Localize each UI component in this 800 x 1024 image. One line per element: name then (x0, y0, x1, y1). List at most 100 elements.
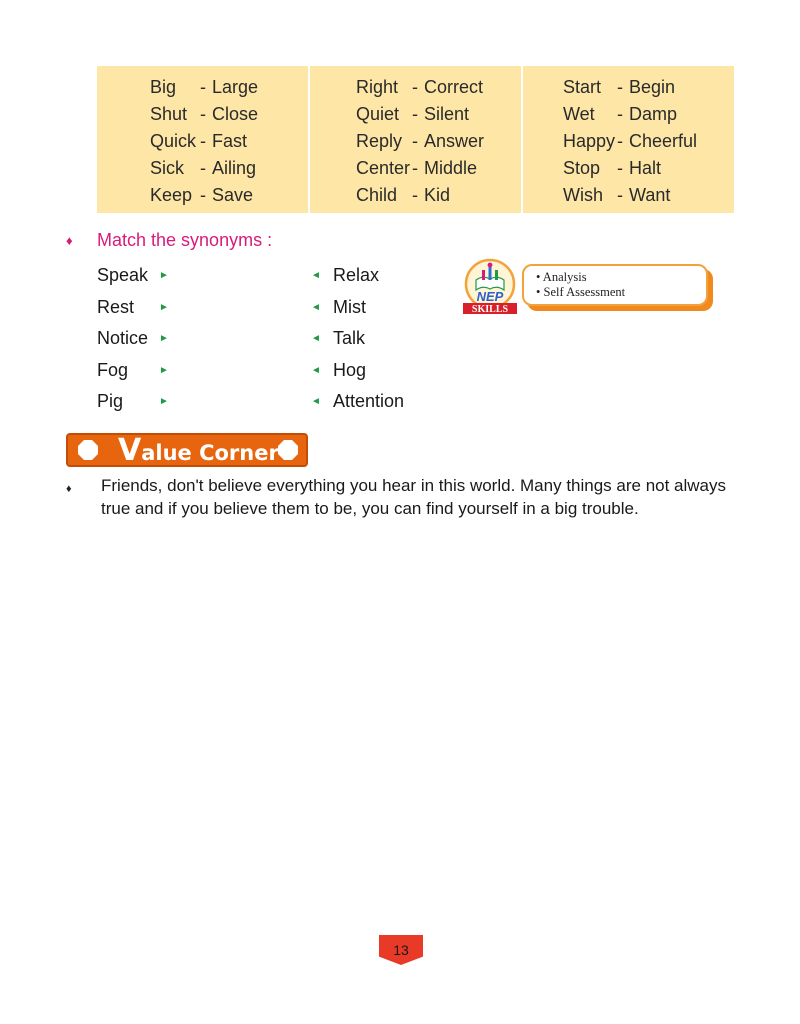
left-arrow-icon[interactable]: ◄ (311, 396, 333, 407)
synonym: Large (212, 77, 259, 97)
word: Wish (563, 185, 603, 205)
left-arrow-icon[interactable]: ◄ (311, 302, 333, 313)
right-arrow-icon[interactable]: ► (159, 365, 169, 376)
synonym: Middle (424, 158, 478, 178)
match-left-item: Pig ► (97, 386, 169, 418)
right-word: Mist (333, 296, 366, 317)
word: Quiet (356, 104, 400, 124)
left-arrow-icon[interactable]: ◄ (311, 365, 333, 376)
left-word: Fog (97, 359, 129, 380)
left-word: Notice (97, 328, 149, 349)
synonym-pair: Wet - Damp (563, 101, 697, 128)
left-word: Speak (97, 265, 149, 286)
nep-badge-bottom-text: SKILLS (472, 304, 509, 314)
dash: - (412, 131, 418, 151)
word: Sick (150, 158, 185, 178)
synonym: Correct (424, 77, 484, 97)
dash: - (200, 77, 206, 97)
dash: - (200, 131, 206, 151)
octagon-icon (78, 440, 98, 460)
match-left-item: Rest ► (97, 292, 169, 324)
nep-skill-item: • Self Assessment (536, 284, 626, 299)
synonym-pair: Center - Middle (356, 155, 484, 182)
synonym-pair: Quiet - Silent (356, 101, 484, 128)
value-corner-title: Value Corner (118, 435, 279, 469)
word: Wet (563, 104, 595, 124)
right-word: Relax (333, 265, 380, 286)
word: Quick (150, 131, 197, 151)
synonym: Answer (424, 131, 485, 151)
synonym-pair: Start - Begin (563, 74, 697, 101)
right-arrow-icon[interactable]: ► (159, 333, 169, 344)
value-corner-text-block: ♦ Friends, don't believe everything you … (66, 474, 756, 520)
left-word: Pig (97, 391, 124, 412)
left-word: Rest (97, 296, 135, 317)
synonym-pair: Happy - Cheerful (563, 128, 697, 155)
nep-skills-card: • Analysis • Self Assessment (522, 264, 708, 306)
octagon-icon (278, 440, 298, 460)
word: Reply (356, 131, 403, 151)
page-number: 13 (379, 935, 423, 965)
synonym: Ailing (212, 158, 257, 178)
word: Child (356, 185, 398, 205)
right-word: Talk (333, 328, 366, 349)
word: Big (150, 77, 177, 97)
dash: - (617, 104, 623, 124)
match-left-item: Speak ► (97, 260, 169, 292)
dash: - (200, 158, 206, 178)
synonym-pair: Right - Correct (356, 74, 484, 101)
match-heading: ♦ Match the synonyms : (66, 230, 272, 251)
match-left-item: Notice ► (97, 323, 169, 355)
dash: - (412, 185, 418, 205)
value-corner-text: Friends, don't believe everything you he… (101, 476, 727, 518)
synonym: Fast (212, 131, 248, 151)
value-corner-title-rest: alue Corner (141, 441, 279, 465)
dash: - (617, 77, 623, 97)
synonym-pair: Big - Large (150, 74, 258, 101)
synonym-pair: Stop - Halt (563, 155, 697, 182)
right-arrow-icon[interactable]: ► (159, 396, 169, 407)
diamond-bullet-icon: ♦ (66, 483, 72, 495)
synonym: Kid (424, 185, 451, 205)
value-corner-banner: Value Corner (66, 433, 308, 467)
right-word: Attention (333, 391, 405, 412)
dash: - (617, 131, 623, 151)
right-arrow-icon[interactable]: ► (159, 302, 169, 313)
dash: - (617, 158, 623, 178)
dash: - (200, 185, 206, 205)
synonym-list-3: Start - Begin Wet - Damp Happy - Cheerful Stop… (563, 74, 697, 209)
nep-skill-item: • Analysis (536, 270, 587, 284)
word: Start (563, 77, 602, 97)
synonym-list-1: Big - Large Shut - Close Quick - Fast Sick - Ail… (150, 74, 258, 209)
synonym: Damp (629, 104, 678, 124)
synonym: Want (629, 185, 671, 205)
match-heading-text: Match the synonyms : (97, 230, 273, 250)
nep-badge-top-text: NEP (477, 289, 504, 304)
synonym: Halt (629, 158, 662, 178)
synonym: Save (212, 185, 254, 205)
match-right-column: ◄ Relax ◄ Mist ◄ Talk ◄ Hog ◄ Attention (311, 260, 404, 418)
word: Shut (150, 104, 188, 124)
word: Happy (563, 131, 616, 151)
synonym-pair: Child - Kid (356, 182, 484, 209)
synonym: Cheerful (629, 131, 698, 151)
left-arrow-icon[interactable]: ◄ (311, 333, 333, 344)
right-arrow-icon[interactable]: ► (159, 270, 169, 281)
synonym-pair: Quick - Fast (150, 128, 258, 155)
right-word: Hog (333, 359, 367, 380)
word: Stop (563, 158, 601, 178)
synonym: Begin (629, 77, 676, 97)
synonym-pair: Sick - Ailing (150, 155, 258, 182)
match-right-item: ◄ Hog (311, 355, 404, 387)
synonym-pair: Keep - Save (150, 182, 258, 209)
match-right-item: ◄ Relax (311, 260, 404, 292)
synonym-list-2: Right - Correct Quiet - Silent Reply - Answer … (356, 74, 484, 209)
left-arrow-icon[interactable]: ◄ (311, 270, 333, 281)
value-corner-title-initial: V (118, 433, 142, 468)
synonym-pair: Wish - Want (563, 182, 697, 209)
dash: - (412, 158, 418, 178)
match-left-item: Fog ► (97, 355, 169, 387)
nep-skills-badge-icon: NEP SKILLS (463, 258, 517, 314)
dash: - (412, 104, 418, 124)
match-right-item: ◄ Attention (311, 386, 404, 418)
